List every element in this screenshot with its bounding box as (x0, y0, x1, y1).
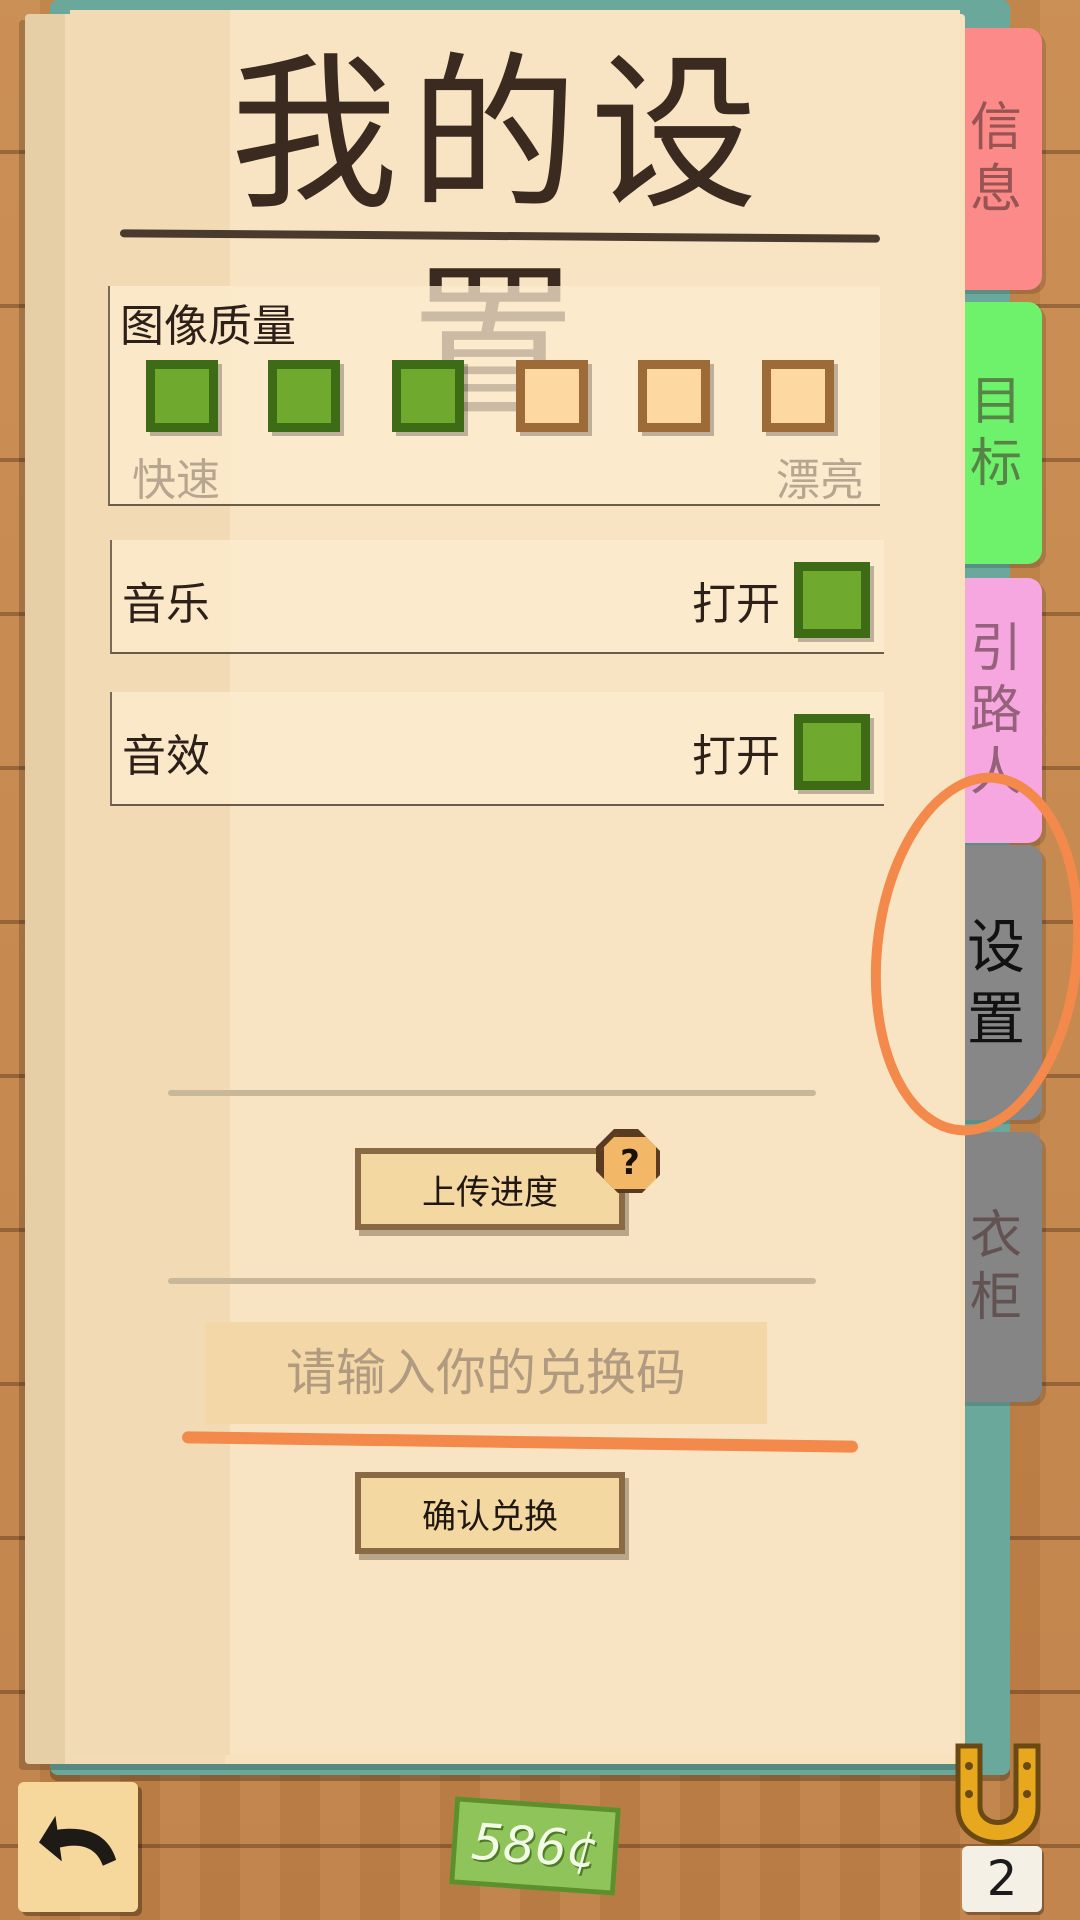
quality-high-label: 漂亮 (776, 455, 864, 506)
confirm-redeem-button[interactable]: 确认兑换 (355, 1472, 625, 1554)
redeem-code-input[interactable] (205, 1322, 767, 1424)
sfx-row: 音效 打开 (110, 692, 884, 806)
quality-level-5[interactable] (638, 360, 710, 432)
upload-progress-button[interactable]: 上传进度 (355, 1148, 625, 1230)
back-button[interactable] (18, 1782, 138, 1912)
tab-guide-label-2: 路 (969, 680, 1022, 741)
quality-low-label: 快速 (132, 455, 220, 506)
tab-goals-label-1: 目 (969, 372, 1022, 432)
sfx-toggle[interactable] (794, 714, 870, 790)
tab-guide-label-1: 引 (969, 618, 1022, 679)
tab-wardrobe-label-1: 衣 (969, 1206, 1022, 1266)
music-label: 音乐 (122, 579, 210, 630)
music-row: 音乐 打开 (110, 540, 884, 654)
divider-upper (168, 1090, 816, 1096)
sfx-label: 音效 (122, 731, 210, 782)
tab-wardrobe-label-2: 柜 (969, 1268, 1022, 1328)
horseshoe-count: 2 (962, 1846, 1042, 1912)
tab-info-label-1: 信 (969, 98, 1022, 158)
back-arrow-icon (38, 1815, 117, 1866)
quality-level-2[interactable] (268, 360, 340, 432)
divider-lower (168, 1278, 816, 1284)
quality-level-4[interactable] (516, 360, 588, 432)
music-state-label: 打开 (692, 579, 780, 630)
tab-info-label-2: 息 (969, 160, 1022, 220)
sfx-state-label: 打开 (692, 731, 780, 782)
music-toggle[interactable] (794, 562, 870, 638)
image-quality-panel: 图像质量 快速 漂亮 (108, 286, 880, 506)
quality-level-3[interactable] (392, 360, 464, 432)
help-icon[interactable]: ? (600, 1133, 660, 1193)
quality-level-6[interactable] (762, 360, 834, 432)
image-quality-label: 图像质量 (120, 301, 296, 352)
money-counter: 586¢ (449, 1796, 621, 1896)
tab-goals-label-2: 标 (969, 434, 1022, 494)
quality-level-1[interactable] (146, 360, 218, 432)
